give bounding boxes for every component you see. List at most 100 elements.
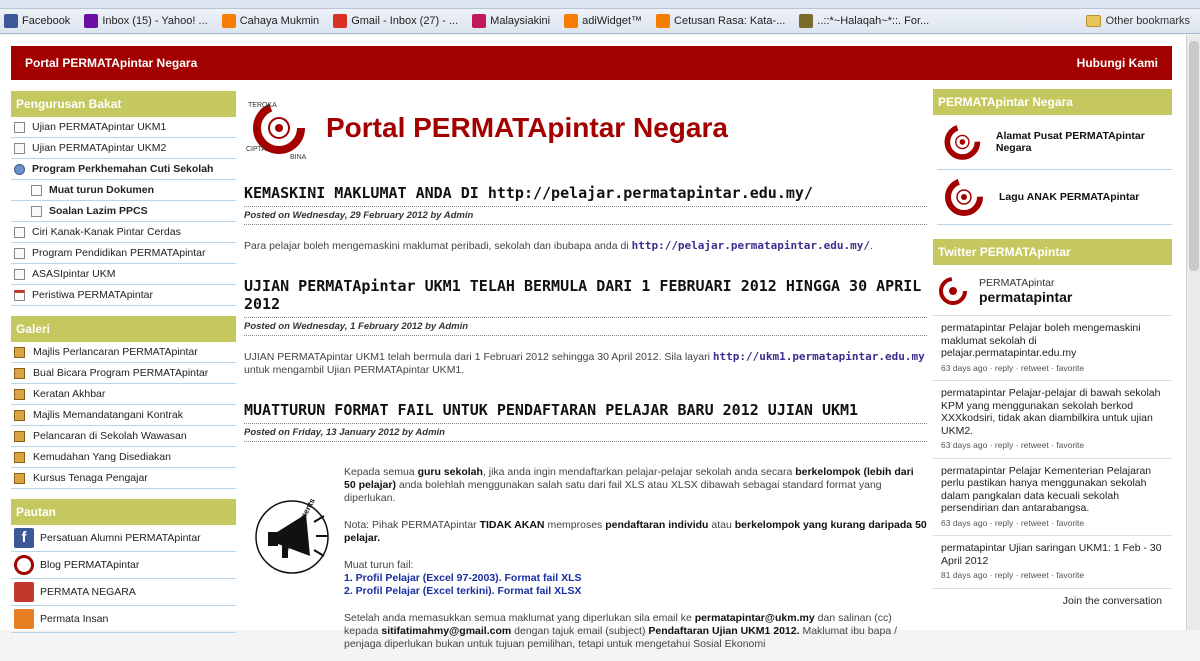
yahoo-icon [84, 14, 99, 28]
tweet-item: permatapintar Pelajar boleh mengemaskini… [933, 316, 1172, 381]
post-title[interactable]: UJIAN PERMATApintar UKM1 TELAH BERMULA D… [244, 277, 927, 313]
logo-text-right: BINA [290, 154, 307, 161]
forum-icon [799, 14, 814, 28]
bookmark-item[interactable]: Malaysiakini [472, 14, 550, 28]
download-xlsx-link[interactable]: 2. Profil Pelajar (Excel terkini). Forma… [344, 585, 927, 598]
download-xls-link[interactable]: 1. Profil Pelajar (Excel 97-2003). Forma… [344, 572, 927, 585]
negara-item[interactable]: Alamat Pusat PERMATApintar Negara [937, 115, 1172, 170]
gallery-item[interactable]: Pelancaran di Sekolah Wawasan [11, 426, 236, 447]
twitter-avatar [939, 277, 967, 305]
negara-item[interactable]: Lagu ANAK PERMATApintar [937, 170, 1172, 225]
gallery-item[interactable]: Kursus Tenaga Pengajar [11, 468, 236, 489]
sidebar-item[interactable]: Ujian PERMATApintar UKM1 [11, 117, 236, 138]
post-3: MUATTURUN FORMAT FAIL UNTUK PENDAFTARAN … [244, 401, 927, 661]
gallery-item[interactable]: Kemudahan Yang Disediakan [11, 447, 236, 468]
tweet-meta[interactable]: 63 days ago · reply · retweet · favorite [941, 517, 1164, 530]
main-content: TEROKA CIPTA BINA Portal PERMATApintar N… [244, 85, 927, 661]
post-2: UJIAN PERMATApintar UKM1 TELAH BERMULA D… [244, 277, 927, 377]
text: Nota: Pihak PERMATApintar [344, 519, 480, 531]
gallery-item[interactable]: Majlis Memandatangani Kontrak [11, 405, 236, 426]
sidebar-item[interactable]: Muat turun Dokumen [11, 180, 236, 201]
other-bookmarks-label: Other bookmarks [1105, 15, 1190, 27]
gallery-icon [14, 451, 25, 463]
bookmark-item[interactable]: Cahaya Mukmin [221, 14, 319, 28]
gallery-item[interactable]: Majlis Perlancaran PERMATApintar [11, 342, 236, 363]
bookmark-item[interactable]: Gmail - Inbox (27) - ... [333, 14, 458, 28]
paragraph: Nota: Pihak PERMATApintar TIDAK AKAN mem… [344, 519, 927, 545]
text: memproses [544, 519, 606, 531]
megaphone-icon: Announcements [255, 496, 329, 574]
bookmark-item[interactable]: Inbox (15) - Yahoo! ... [84, 14, 208, 28]
sidebar-item[interactable]: Program Perkhemahan Cuti Sekolah [11, 159, 236, 180]
link-item[interactable]: Blog PERMATApintar [11, 552, 236, 579]
bookmark-label: ..::*~Halaqah~*::. For... [817, 15, 930, 27]
site-title[interactable]: Portal PERMATApintar Negara [326, 112, 728, 144]
link-item[interactable]: f Persatuan Alumni PERMATApintar [11, 525, 236, 552]
post-link[interactable]: http://ukm1.permatapintar.edu.my [713, 350, 925, 363]
gallery-item-label: Pelancaran di Sekolah Wawasan [33, 430, 187, 442]
tweet-meta[interactable]: 63 days ago · reply · retweet · favorite [941, 439, 1164, 452]
negara-section-title: PERMATApintar Negara [933, 89, 1172, 115]
users-icon [14, 163, 25, 175]
gallery-item-label: Kemudahan Yang Disediakan [33, 451, 171, 463]
link-item-label: Persatuan Alumni PERMATApintar [40, 532, 201, 544]
blogger-icon [221, 14, 236, 28]
bookmark-item[interactable]: Facebook [4, 14, 70, 28]
post-meta: Posted on Wednesday, 29 February 2012 by… [244, 206, 927, 225]
sidebar-item[interactable]: Soalan Lazim PPCS [11, 201, 236, 222]
sidebar-item-label: Muat turun Dokumen [49, 184, 154, 196]
other-bookmarks-button[interactable]: Other bookmarks [1085, 15, 1190, 27]
facebook-icon [4, 14, 18, 28]
twitter-profile[interactable]: PERMATApintar permatapintar [933, 265, 1172, 316]
gallery-item-label: Majlis Memandatangani Kontrak [33, 409, 183, 421]
sidebar-item[interactable]: ASASIpintar UKM [11, 264, 236, 285]
header-home-link[interactable]: Portal PERMATApintar Negara [25, 56, 197, 70]
tweet-meta[interactable]: 63 days ago · reply · retweet · favorite [941, 362, 1164, 375]
gallery-item-label: Kursus Tenaga Pengajar [33, 472, 148, 484]
tweet-meta[interactable]: 81 days ago · reply · retweet · favorite [941, 569, 1164, 582]
page-scrollbar[interactable] [1186, 35, 1200, 630]
post-text: Para pelajar boleh mengemaskini maklumat… [244, 240, 632, 252]
post-meta: Posted on Wednesday, 1 February 2012 by … [244, 317, 927, 336]
email-link[interactable]: sitifatimahmy@gmail.com [381, 625, 511, 637]
sidebar-item-label: Peristiwa PERMATApintar [32, 289, 153, 301]
page-icon [31, 205, 42, 217]
facebook-icon: f [14, 528, 34, 548]
paragraph: Muat turun fail: 1. Profil Pelajar (Excel… [344, 559, 927, 598]
link-item[interactable]: PERMATA NEGARA [11, 579, 236, 606]
sidebar-item[interactable]: Ujian PERMATApintar UKM2 [11, 138, 236, 159]
page-icon [14, 268, 25, 280]
permata-insan-icon [14, 609, 34, 629]
calendar-icon [14, 289, 25, 301]
gallery-item[interactable]: Bual Bicara Program PERMATApintar [11, 363, 236, 384]
site-header: Portal PERMATApintar Negara Hubungi Kami [11, 46, 1172, 80]
email-link[interactable]: permatapintar@ukm.my [695, 612, 815, 624]
sidebar-item-label: Program Pendidikan PERMATApintar [32, 247, 206, 259]
bookmark-item[interactable]: Cetusan Rasa: Kata-... [656, 14, 785, 28]
gallery-item[interactable]: Keratan Akhbar [11, 384, 236, 405]
tweet-text: permatapintar Ujian saringan UKM1: 1 Feb… [941, 542, 1162, 567]
permatapintar-logo[interactable]: TEROKA CIPTA BINA [244, 95, 310, 161]
post-body: UJIAN PERMATApintar UKM1 telah bermula d… [244, 350, 927, 377]
twitter-handle: permatapintar [979, 289, 1073, 305]
link-item[interactable]: Permata Insan [11, 606, 236, 633]
text: dengan tajuk email (subject) [511, 625, 649, 637]
bakat-section-title: Pengurusan Bakat [11, 91, 236, 117]
scrollbar-thumb[interactable] [1189, 41, 1199, 271]
twitter-section-title: Twitter PERMATApintar [933, 239, 1172, 265]
sidebar-item[interactable]: Program Pendidikan PERMATApintar [11, 243, 236, 264]
sidebar-item[interactable]: Ciri Kanak-Kanak Pintar Cerdas [11, 222, 236, 243]
bookmark-item[interactable]: adiWidget™ [564, 14, 642, 28]
bookmark-label: Gmail - Inbox (27) - ... [351, 15, 459, 27]
tweet-text: permatapintar Pelajar Kementerian Pelaja… [941, 464, 1152, 515]
post-link[interactable]: http://pelajar.permatapintar.edu.my/ [632, 239, 870, 252]
bookmark-item[interactable]: ..::*~Halaqah~*::. For... [799, 14, 929, 28]
post-title[interactable]: KEMASKINI MAKLUMAT ANDA DI http://pelaja… [244, 184, 927, 202]
pautan-section-title: Pautan [11, 499, 236, 525]
post-title[interactable]: MUATTURUN FORMAT FAIL UNTUK PENDAFTARAN … [244, 401, 927, 419]
sidebar-item-label: Program Perkhemahan Cuti Sekolah [32, 163, 214, 175]
contact-link[interactable]: Hubungi Kami [1077, 56, 1158, 70]
sidebar-item[interactable]: Peristiwa PERMATApintar [11, 285, 236, 306]
folder-icon [1085, 15, 1101, 27]
join-conversation-link[interactable]: Join the conversation [933, 589, 1172, 613]
